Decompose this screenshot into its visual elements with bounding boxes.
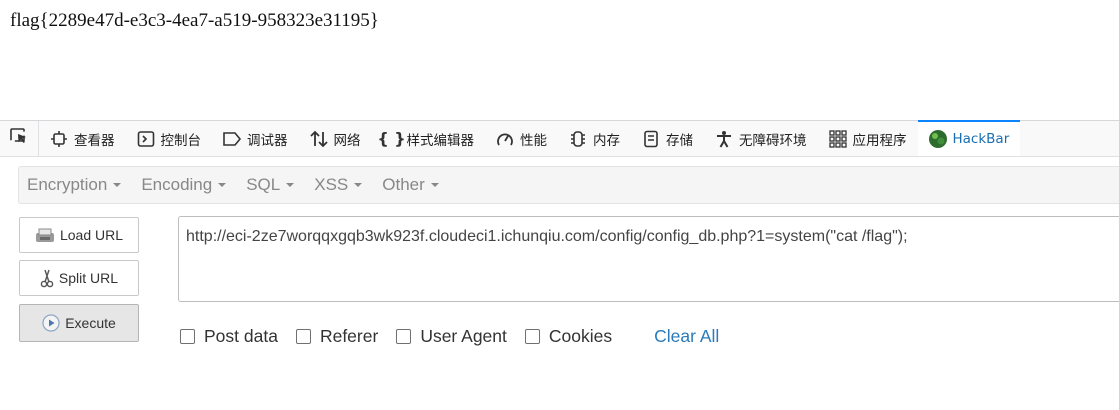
tab-label: 网络 bbox=[333, 132, 361, 149]
tab-label: 调试器 bbox=[247, 132, 288, 149]
load-url-button[interactable]: Load URL bbox=[19, 217, 139, 253]
execute-label: Execute bbox=[65, 315, 116, 331]
menu-label: Encryption bbox=[27, 175, 108, 194]
option-label: Post data bbox=[204, 326, 278, 346]
tab-label: 控制台 bbox=[160, 132, 202, 149]
menu-label: SQL bbox=[246, 175, 281, 194]
menu-label: Encoding bbox=[141, 175, 213, 194]
console-icon bbox=[135, 129, 157, 149]
option-label: Referer bbox=[319, 326, 379, 346]
accessibility-icon bbox=[713, 129, 735, 149]
tab-debugger[interactable]: 调试器 bbox=[212, 121, 299, 156]
menu-encryption[interactable]: Encryption bbox=[19, 175, 129, 195]
tab-accessibility[interactable]: 无障碍环境 bbox=[704, 121, 818, 156]
tab-label: 查看器 bbox=[74, 132, 115, 149]
tab-label: 性能 bbox=[520, 132, 547, 149]
user-agent-option[interactable]: User Agent bbox=[396, 326, 507, 347]
referer-option[interactable]: Referer bbox=[295, 326, 379, 347]
load-url-label: Load URL bbox=[59, 227, 124, 243]
menu-other[interactable]: Other bbox=[374, 175, 447, 195]
tab-label: 应用程序 bbox=[852, 132, 907, 149]
menu-label: XSS bbox=[314, 175, 349, 194]
caret-down-icon bbox=[218, 183, 227, 187]
post-data-option[interactable]: Post data bbox=[180, 326, 278, 347]
network-icon bbox=[308, 129, 330, 149]
scissors-icon bbox=[40, 268, 54, 288]
storage-icon bbox=[640, 129, 662, 149]
hackbar-logo-icon bbox=[927, 129, 949, 149]
devtools-panel: 查看器 控制台 调试器 网络 { } 样式编辑器 性能 内存 存储 无障碍环境 … bbox=[0, 120, 1119, 410]
load-url-icon bbox=[35, 227, 55, 243]
caret-down-icon bbox=[354, 183, 363, 187]
execute-button[interactable]: Execute bbox=[19, 304, 139, 342]
cookies-checkbox[interactable] bbox=[524, 329, 540, 344]
devtools-tabbar: 查看器 控制台 调试器 网络 { } 样式编辑器 性能 内存 存储 无障碍环境 … bbox=[0, 120, 1119, 157]
referer-checkbox[interactable] bbox=[295, 329, 311, 344]
tab-memory[interactable]: 内存 bbox=[558, 121, 631, 156]
split-url-button[interactable]: Split URL bbox=[19, 260, 139, 296]
user-agent-checkbox[interactable] bbox=[396, 329, 412, 344]
option-label: User Agent bbox=[420, 326, 507, 346]
tab-storage[interactable]: 存储 bbox=[631, 121, 704, 156]
element-picker-button[interactable] bbox=[0, 121, 39, 156]
flag-text: flag{2289e47d-e3c3-4ea7-a519-958323e3119… bbox=[10, 10, 379, 31]
clear-all-link[interactable]: Clear All bbox=[654, 326, 719, 347]
tab-label: 内存 bbox=[593, 132, 620, 149]
braces-icon: { } bbox=[377, 129, 406, 148]
inspector-icon bbox=[48, 129, 70, 149]
menu-xss[interactable]: XSS bbox=[306, 175, 370, 195]
tab-label: 样式编辑器 bbox=[406, 132, 475, 149]
menu-encoding[interactable]: Encoding bbox=[133, 175, 234, 195]
tab-label: HackBar bbox=[952, 131, 1010, 147]
tab-network[interactable]: 网络 bbox=[299, 121, 372, 156]
caret-down-icon bbox=[286, 183, 295, 187]
cookies-option[interactable]: Cookies bbox=[524, 326, 613, 347]
debugger-icon bbox=[221, 129, 243, 149]
gauge-icon bbox=[494, 129, 516, 149]
caret-down-icon bbox=[430, 183, 439, 187]
tab-style-editor[interactable]: { } 样式编辑器 bbox=[372, 121, 486, 156]
url-textarea[interactable]: http://eci-2ze7worqqxgqb3wk923f.cloudeci… bbox=[178, 216, 1119, 302]
post-data-checkbox[interactable] bbox=[180, 329, 195, 344]
hackbar-options: Post data Referer User Agent Cookies Cle… bbox=[180, 326, 719, 347]
play-icon bbox=[42, 314, 60, 332]
option-label: Cookies bbox=[548, 326, 613, 346]
menu-sql[interactable]: SQL bbox=[238, 175, 302, 195]
memory-icon bbox=[567, 129, 589, 149]
grid-icon bbox=[827, 129, 849, 149]
split-url-label: Split URL bbox=[58, 270, 119, 286]
hackbar-menu: Encryption Encoding SQL XSS Other bbox=[18, 166, 1119, 204]
tab-label: 无障碍环境 bbox=[739, 132, 807, 149]
tab-performance[interactable]: 性能 bbox=[485, 121, 558, 156]
menu-label: Other bbox=[382, 175, 425, 194]
caret-down-icon bbox=[113, 183, 122, 187]
tab-application[interactable]: 应用程序 bbox=[818, 121, 918, 156]
tab-inspector[interactable]: 查看器 bbox=[39, 121, 126, 156]
tab-hackbar[interactable]: HackBar bbox=[917, 120, 1021, 156]
tab-console[interactable]: 控制台 bbox=[126, 121, 213, 156]
element-picker-icon bbox=[9, 126, 29, 151]
tab-label: 存储 bbox=[666, 132, 693, 149]
